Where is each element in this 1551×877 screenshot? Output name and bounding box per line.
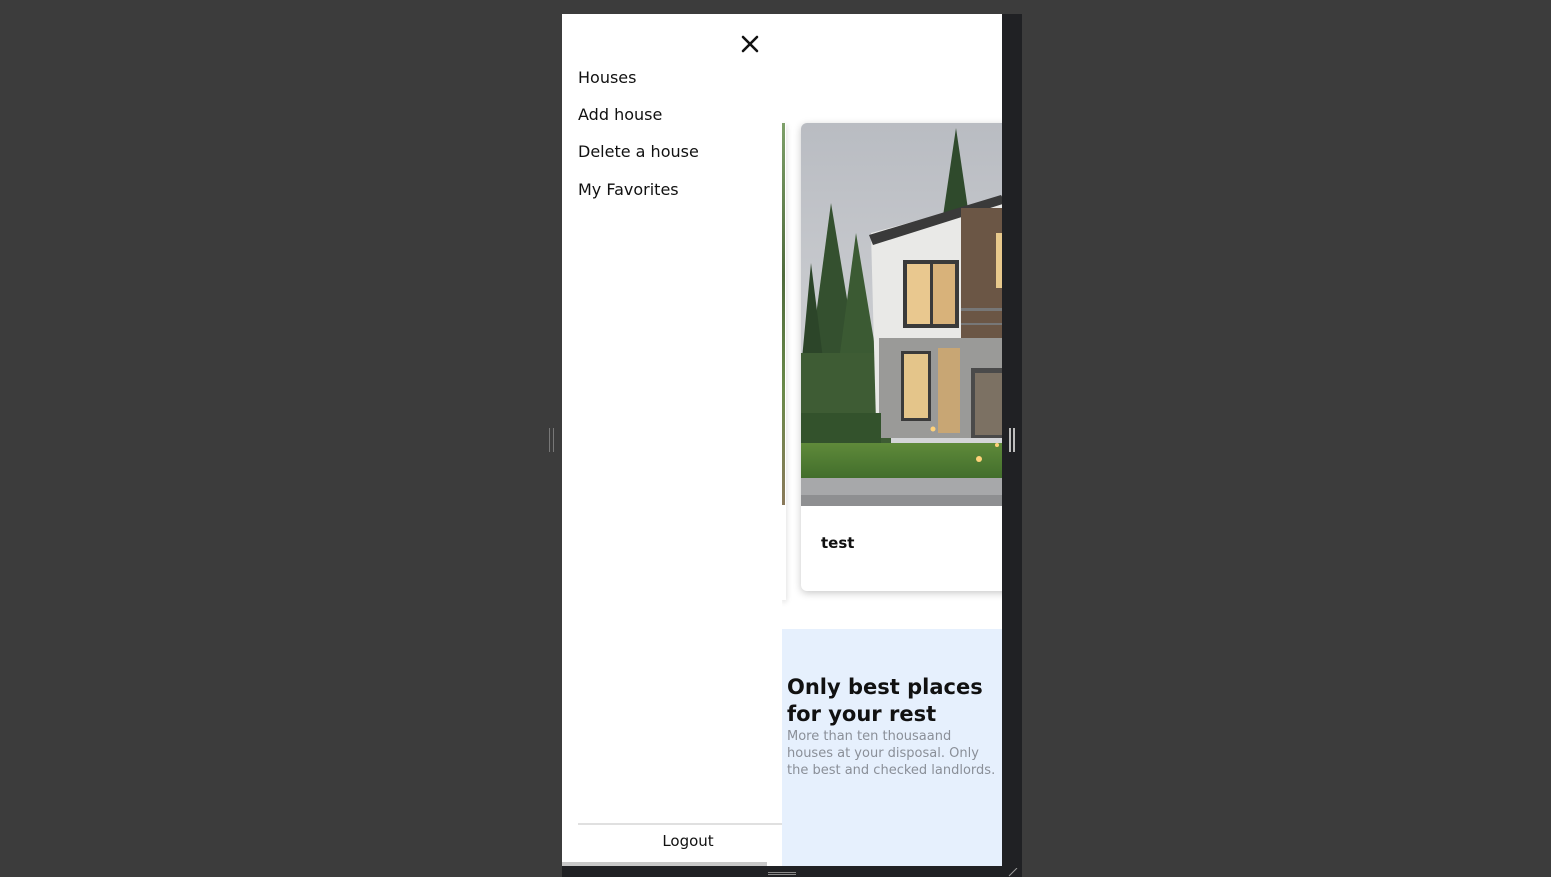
resize-handle-left[interactable] bbox=[549, 428, 554, 452]
house-card-title: test bbox=[821, 534, 855, 552]
nav-item-add-house[interactable]: Add house bbox=[578, 105, 662, 124]
previous-house-photo bbox=[782, 123, 785, 505]
nav-item-my-favorites[interactable]: My Favorites bbox=[578, 180, 679, 199]
nav-item-delete-house[interactable]: Delete a house bbox=[578, 142, 699, 161]
nav-item-houses[interactable]: Houses bbox=[578, 68, 636, 87]
previous-house-card[interactable] bbox=[782, 123, 786, 600]
house-card[interactable]: test bbox=[801, 123, 1002, 591]
promo-section: Only best places for your rest More than… bbox=[782, 629, 1002, 866]
close-drawer-button[interactable] bbox=[737, 31, 763, 57]
corner-resize-icon[interactable] bbox=[1008, 868, 1018, 877]
bottom-resize-handle[interactable] bbox=[768, 872, 796, 875]
close-icon bbox=[741, 35, 759, 53]
promo-title: Only best places for your rest bbox=[787, 675, 983, 726]
navigation-drawer: Houses Add house Delete a house My Favor… bbox=[562, 14, 782, 866]
resize-handle-right[interactable] bbox=[1009, 428, 1015, 452]
promo-text: More than ten thousaand houses at your d… bbox=[787, 729, 996, 778]
drawer-divider bbox=[578, 823, 782, 825]
device-viewport: test Only best places for your rest More… bbox=[562, 14, 1002, 866]
logout-button[interactable]: Logout bbox=[578, 832, 798, 850]
house-photo bbox=[801, 123, 1002, 506]
